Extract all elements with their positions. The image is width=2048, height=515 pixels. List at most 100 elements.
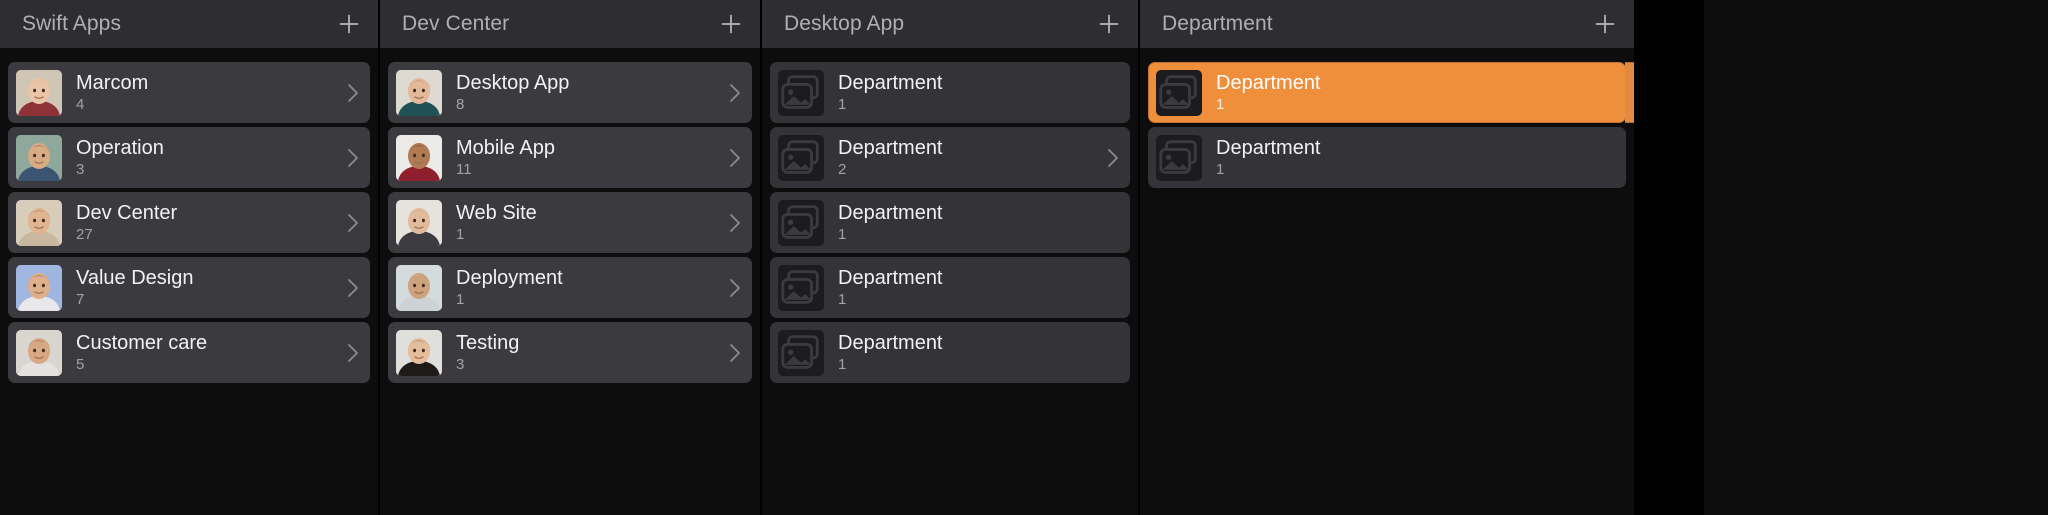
- image-placeholder-icon: [778, 264, 824, 311]
- avatar: [16, 264, 62, 311]
- add-item-button[interactable]: [334, 9, 364, 39]
- list-item-text: Dev Center 27: [62, 203, 336, 242]
- list-item[interactable]: Department 1: [770, 62, 1130, 123]
- plus-icon: [338, 13, 360, 35]
- list-item-count: 7: [76, 291, 85, 308]
- list-item[interactable]: Department 1: [770, 192, 1130, 253]
- list-item-title: Marcom: [76, 73, 149, 94]
- list-item-text: Department 1: [824, 268, 1096, 307]
- column-title: Desktop App: [784, 12, 905, 35]
- list-item-count: 4: [76, 96, 85, 113]
- column-header: Swift Apps: [0, 0, 378, 48]
- chevron-right-icon[interactable]: [336, 341, 370, 365]
- list-item-text: Mobile App 11: [442, 138, 718, 177]
- list-item-text: Operation 3: [62, 138, 336, 177]
- list-item-text: Desktop App 8: [442, 73, 718, 112]
- chevron-right-icon[interactable]: [336, 211, 370, 235]
- image-placeholder-icon: [778, 199, 824, 246]
- add-item-button[interactable]: [1590, 9, 1620, 39]
- list-item-title: Operation: [76, 138, 164, 159]
- list-item[interactable]: Department 1: [770, 322, 1130, 383]
- chevron-right-icon[interactable]: [336, 276, 370, 300]
- list-item-count: 1: [838, 291, 847, 308]
- column-0: Swift Apps Marcom 4 Operation 3 Dev Center 27 V…: [0, 0, 380, 515]
- avatar: [16, 329, 62, 376]
- avatar: [396, 134, 442, 181]
- list-item-title: Testing: [456, 333, 520, 354]
- chevron-right-icon[interactable]: [718, 211, 752, 235]
- list-item[interactable]: Mobile App 11: [388, 127, 752, 188]
- list-item[interactable]: Department 1: [1148, 62, 1634, 123]
- list-item-count: 8: [456, 96, 465, 113]
- column-title: Swift Apps: [22, 12, 122, 35]
- column-list: Desktop App 8 Mobile App 11 Web Site 1 Deploym…: [380, 48, 760, 515]
- list-item-text: Testing 3: [442, 333, 718, 372]
- chevron-right-icon[interactable]: [718, 276, 752, 300]
- plus-icon: [720, 13, 742, 35]
- list-item-text: Deployment 1: [442, 268, 718, 307]
- list-item-title: Mobile App: [456, 138, 555, 159]
- chevron-right-icon[interactable]: [336, 146, 370, 170]
- image-placeholder-icon: [778, 69, 824, 116]
- list-item-count: 1: [838, 226, 847, 243]
- list-item-title: Value Design: [76, 268, 194, 289]
- chevron-right-icon[interactable]: [1096, 146, 1130, 170]
- list-item-count: 3: [456, 356, 465, 373]
- column-list: Department 1 Department 2 Department 1 Departm…: [762, 48, 1138, 515]
- add-item-button[interactable]: [716, 9, 746, 39]
- list-item-title: Department: [838, 333, 943, 354]
- list-item-count: 1: [838, 96, 847, 113]
- list-item-title: Department: [1216, 73, 1321, 94]
- column-header: Department: [1140, 0, 1634, 48]
- list-item-count: 1: [838, 356, 847, 373]
- list-item[interactable]: Customer care 5: [8, 322, 370, 383]
- column-3: Department Department 1 Department 1: [1140, 0, 1634, 515]
- list-item-text: Department 1: [824, 203, 1096, 242]
- column-header: Desktop App: [762, 0, 1138, 48]
- list-item-text: Marcom 4: [62, 73, 336, 112]
- list-item[interactable]: Deployment 1: [388, 257, 752, 318]
- list-item[interactable]: Marcom 4: [8, 62, 370, 123]
- list-item[interactable]: Operation 3: [8, 127, 370, 188]
- list-item-count: 11: [456, 161, 472, 178]
- list-item[interactable]: Value Design 7: [8, 257, 370, 318]
- list-item-count: 1: [1216, 96, 1225, 113]
- chevron-right-icon[interactable]: [718, 146, 752, 170]
- list-item[interactable]: Department 2: [770, 127, 1130, 188]
- list-item[interactable]: Testing 3: [388, 322, 752, 383]
- chevron-right-icon[interactable]: [336, 81, 370, 105]
- list-item-count: 27: [76, 226, 93, 243]
- image-placeholder-icon: [1156, 134, 1202, 181]
- plus-icon: [1098, 13, 1120, 35]
- list-item-count: 5: [76, 356, 85, 373]
- avatar: [396, 329, 442, 376]
- list-item-text: Department 1: [1202, 138, 1592, 177]
- list-item-title: Desktop App: [456, 73, 570, 94]
- list-item[interactable]: Desktop App 8: [388, 62, 752, 123]
- list-item-count: 2: [838, 161, 847, 178]
- list-item-title: Department: [838, 138, 943, 159]
- list-item-title: Department: [838, 73, 943, 94]
- list-item-text: Department 1: [824, 73, 1096, 112]
- add-item-button[interactable]: [1094, 9, 1124, 39]
- list-item[interactable]: Web Site 1: [388, 192, 752, 253]
- list-item-text: Department 2: [824, 138, 1096, 177]
- list-item-count: 3: [76, 161, 85, 178]
- column-header: Dev Center: [380, 0, 760, 48]
- list-item-title: Dev Center: [76, 203, 178, 224]
- list-item-title: Web Site: [456, 203, 537, 224]
- list-item-title: Department: [838, 268, 943, 289]
- list-item[interactable]: Dev Center 27: [8, 192, 370, 253]
- list-item[interactable]: Department 1: [770, 257, 1130, 318]
- list-item[interactable]: Department 1: [1148, 127, 1626, 188]
- chevron-right-icon[interactable]: [718, 81, 752, 105]
- avatar: [396, 199, 442, 246]
- avatar: [16, 69, 62, 116]
- list-item-title: Customer care: [76, 333, 208, 354]
- column-2: Desktop App Department 1 Department 2 Departm…: [762, 0, 1140, 515]
- column-1: Dev Center Desktop App 8 Mobile App 11 Web Si…: [380, 0, 762, 515]
- plus-icon: [1594, 13, 1616, 35]
- chevron-right-icon[interactable]: [718, 341, 752, 365]
- list-item-text: Department 1: [1202, 73, 1591, 112]
- list-item-text: Value Design 7: [62, 268, 336, 307]
